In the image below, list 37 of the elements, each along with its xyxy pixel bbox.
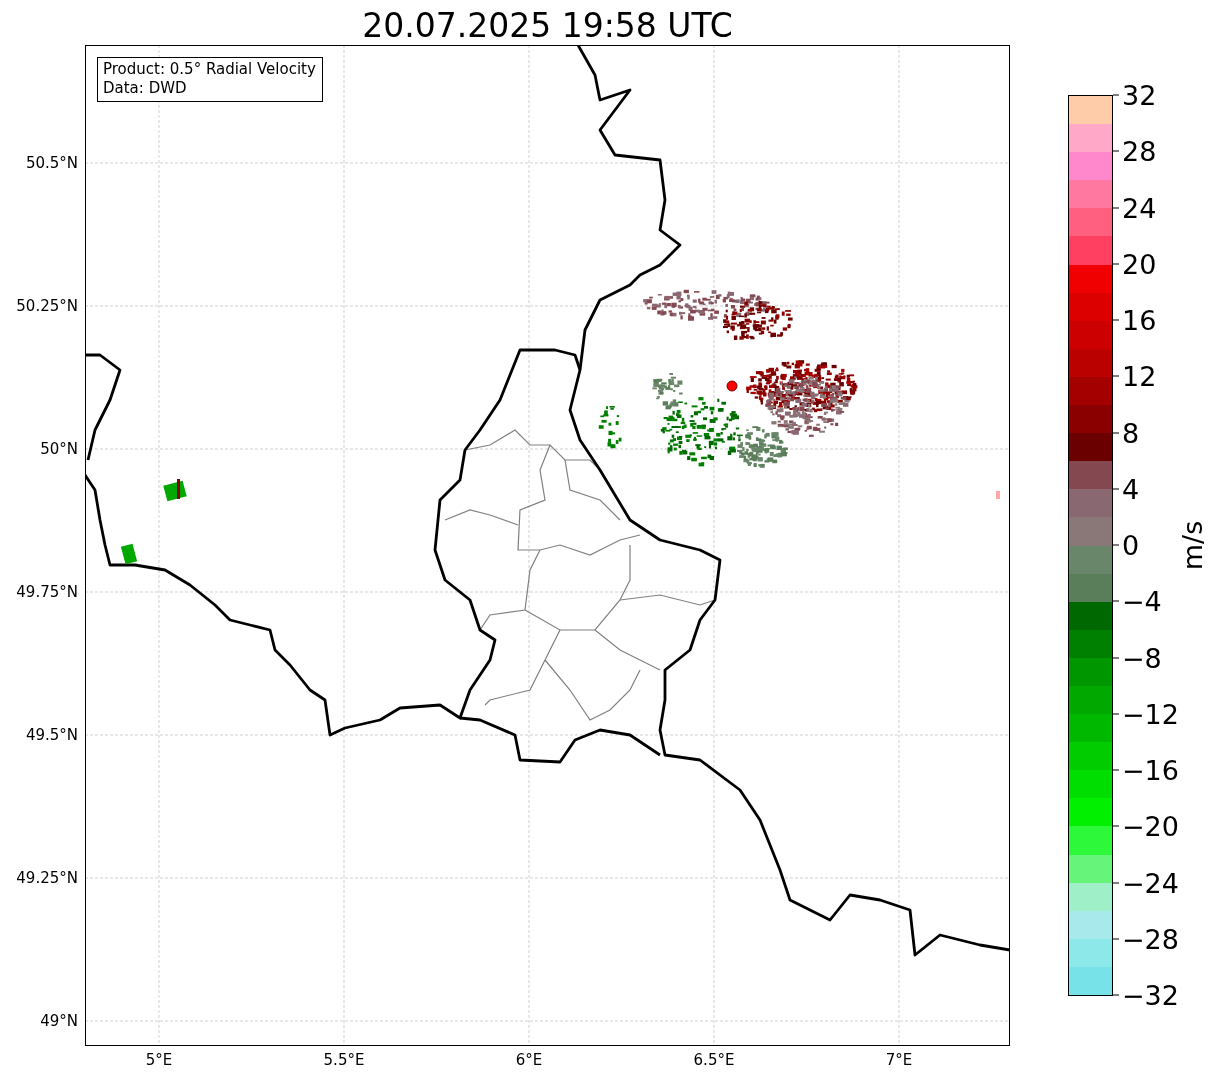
colorbar-tick-label: −28 xyxy=(1122,923,1179,955)
colorbar-tick-label: 4 xyxy=(1122,473,1140,505)
colorbar-tick-label: 0 xyxy=(1122,529,1140,561)
chart-title: 20.07.2025 19:58 UTC xyxy=(361,5,734,45)
colorbar-tick-label: −16 xyxy=(1122,754,1179,786)
colorbar-tick-label: 12 xyxy=(1122,360,1157,392)
longitude-label: 6°E xyxy=(515,1051,543,1069)
radar-echo-drawing xyxy=(163,479,187,502)
latitude-label: 50.25°N xyxy=(16,297,78,315)
longitude-label: 5°E xyxy=(145,1051,173,1069)
latitude-label: 49.75°N xyxy=(16,583,78,601)
colorbar-tick-label: −4 xyxy=(1122,585,1162,617)
colorbar-tick-label: −24 xyxy=(1122,867,1179,898)
radar-echo-drawing xyxy=(996,491,1000,499)
colorbar-tick-label: −12 xyxy=(1122,698,1179,730)
colorbar-tick-label: 8 xyxy=(1122,417,1140,448)
latitude-label: 50°N xyxy=(40,440,78,458)
legend-text: Product: 0.5° Radial Velocity xyxy=(103,60,316,79)
latitude-label: 50.5°N xyxy=(25,154,78,172)
colorbar-unit-label: m/s xyxy=(1177,520,1209,571)
longitude-label: 5.5°E xyxy=(323,1051,365,1069)
colorbar-tick-label: −32 xyxy=(1122,979,1179,1011)
colorbar-tick-label: 28 xyxy=(1122,135,1157,167)
longitude-label: 6.5°E xyxy=(693,1051,735,1069)
colorbar-tick-label: 16 xyxy=(1122,304,1157,336)
radar-echo-drawing xyxy=(120,543,138,565)
colorbar-tick-label: 20 xyxy=(1122,248,1157,280)
latitude-label: 49°N xyxy=(40,1012,78,1030)
longitude-label: 7°E xyxy=(885,1051,913,1069)
latitude-label: 49.25°N xyxy=(16,869,78,887)
colorbar-tick-label: −20 xyxy=(1122,810,1179,842)
colorbar-tick-label: 24 xyxy=(1122,192,1157,223)
colorbar-tick-label: −8 xyxy=(1122,642,1162,673)
colorbar-tick-label: 32 xyxy=(1122,79,1157,111)
legend-text: Data: DWD xyxy=(103,79,188,98)
latitude-label: 49.5°N xyxy=(25,726,78,744)
radar-site-marker xyxy=(726,380,738,392)
